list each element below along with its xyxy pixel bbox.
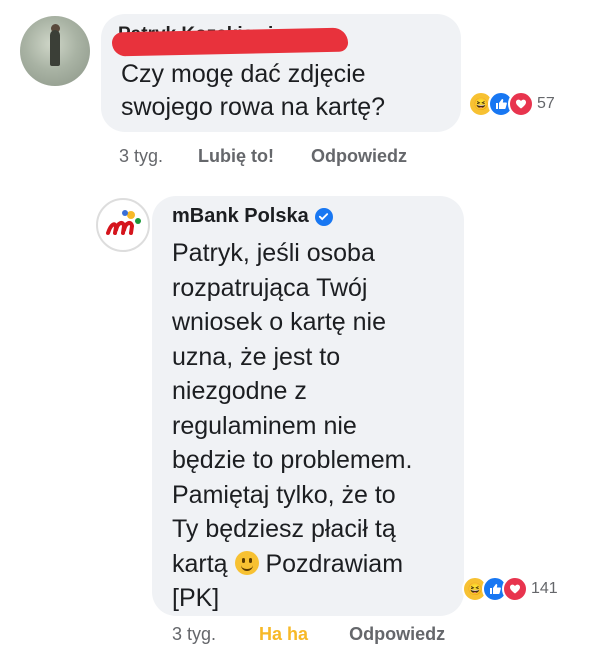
comment-text-part: Patryk, jeśli osoba rozpatrująca Twój wn… [172,239,413,578]
comment-text: Patryk, jeśli osoba rozpatrująca Twój wn… [172,236,452,616]
smiling-face-icon [234,550,259,575]
reaction-summary[interactable]: 😆 57 [468,91,555,117]
reply-button[interactable]: Odpowiedz [311,146,407,166]
comment-text: Czy mogę dać zdjęcie swojego rowa na kar… [121,60,386,121]
love-reaction-icon [502,576,528,602]
timestamp[interactable]: 3 tyg. [172,624,216,644]
comment-meta: 3 tyg. Ha ha Odpowiedz [172,624,445,645]
avatar-figure [50,30,60,66]
comment-meta: 3 tyg. Lubię to! Odpowiedz [119,146,407,167]
reaction-summary[interactable]: 😆 141 [462,576,558,602]
mbank-avatar[interactable] [96,198,150,252]
love-reaction-icon [508,91,534,117]
comment-author-name[interactable]: mBank Polska [172,205,309,228]
haha-button[interactable]: Ha ha [259,624,308,644]
comment-author: mBank Polska [172,205,333,228]
timestamp[interactable]: 3 tyg. [119,146,163,166]
reaction-count: 57 [537,95,555,112]
like-button[interactable]: Lubię to! [198,146,274,166]
mbank-logo-icon [102,204,144,246]
reaction-count: 141 [531,580,558,597]
reply-button[interactable]: Odpowiedz [349,624,445,644]
redaction-mark [111,27,349,57]
verified-badge-icon [314,207,333,226]
avatar[interactable] [20,16,90,86]
